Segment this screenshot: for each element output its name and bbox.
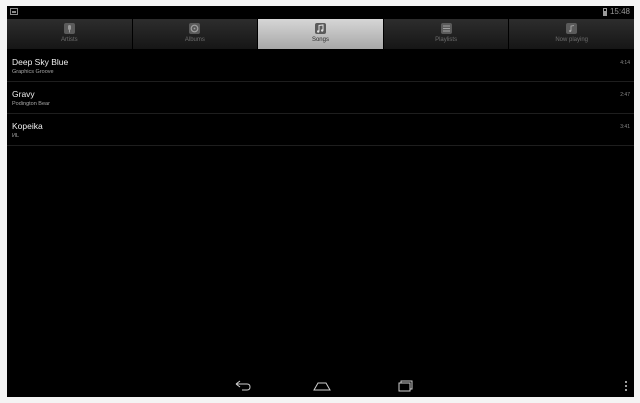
microphone-icon <box>63 23 75 34</box>
tab-songs[interactable]: Songs <box>258 19 384 49</box>
song-artist: Podington Bear <box>12 101 50 107</box>
song-artist: Graphics Groove <box>12 69 54 75</box>
tab-albums[interactable]: Albums <box>132 19 259 49</box>
tab-label: Playlists <box>435 37 458 43</box>
tab-label: Albums <box>184 37 205 43</box>
tab-label: Now playing <box>555 37 589 43</box>
back-button[interactable] <box>232 379 254 393</box>
recent-apps-icon <box>398 380 413 392</box>
song-row[interactable]: Kopeika ИL 3:41 <box>7 114 634 146</box>
navigation-bar <box>7 375 634 397</box>
song-duration: 2:47 <box>620 92 630 98</box>
overflow-menu-button[interactable] <box>624 379 628 393</box>
song-title: Gravy <box>12 89 35 99</box>
recent-apps-button[interactable] <box>393 379 415 393</box>
status-time: 15:48 <box>609 7 630 16</box>
tab-playlists[interactable]: Playlists <box>383 19 510 49</box>
battery-icon <box>602 7 607 16</box>
song-row[interactable]: Gravy Podington Bear 2:47 <box>7 82 634 114</box>
tab-artists[interactable]: Artists <box>7 19 133 49</box>
tab-label: Artists <box>60 37 78 43</box>
song-duration: 3:41 <box>620 124 630 130</box>
album-icon <box>189 23 201 34</box>
tab-label: Songs <box>311 37 329 43</box>
song-list: Deep Sky Blue Graphics Groove 4:14 Gravy… <box>7 50 634 146</box>
overflow-menu-icon <box>625 381 627 391</box>
now-playing-icon <box>566 23 578 34</box>
song-row[interactable]: Deep Sky Blue Graphics Groove 4:14 <box>7 50 634 82</box>
home-icon <box>313 382 331 391</box>
device-screen: 15:48 Artists Albums Songs Playlists Now… <box>7 6 634 397</box>
music-note-icon <box>314 23 326 34</box>
song-duration: 4:14 <box>620 60 630 66</box>
playlist-icon <box>440 23 452 34</box>
song-title: Kopeika <box>12 121 43 131</box>
song-artist: ИL <box>12 133 20 139</box>
home-button[interactable] <box>311 379 333 393</box>
song-title: Deep Sky Blue <box>12 57 69 67</box>
status-bar: 15:48 <box>7 6 634 18</box>
tab-bar: Artists Albums Songs Playlists Now playi… <box>7 19 634 49</box>
image-notification-icon <box>10 8 18 15</box>
tab-now-playing[interactable]: Now playing <box>509 19 634 49</box>
back-icon <box>235 380 251 391</box>
